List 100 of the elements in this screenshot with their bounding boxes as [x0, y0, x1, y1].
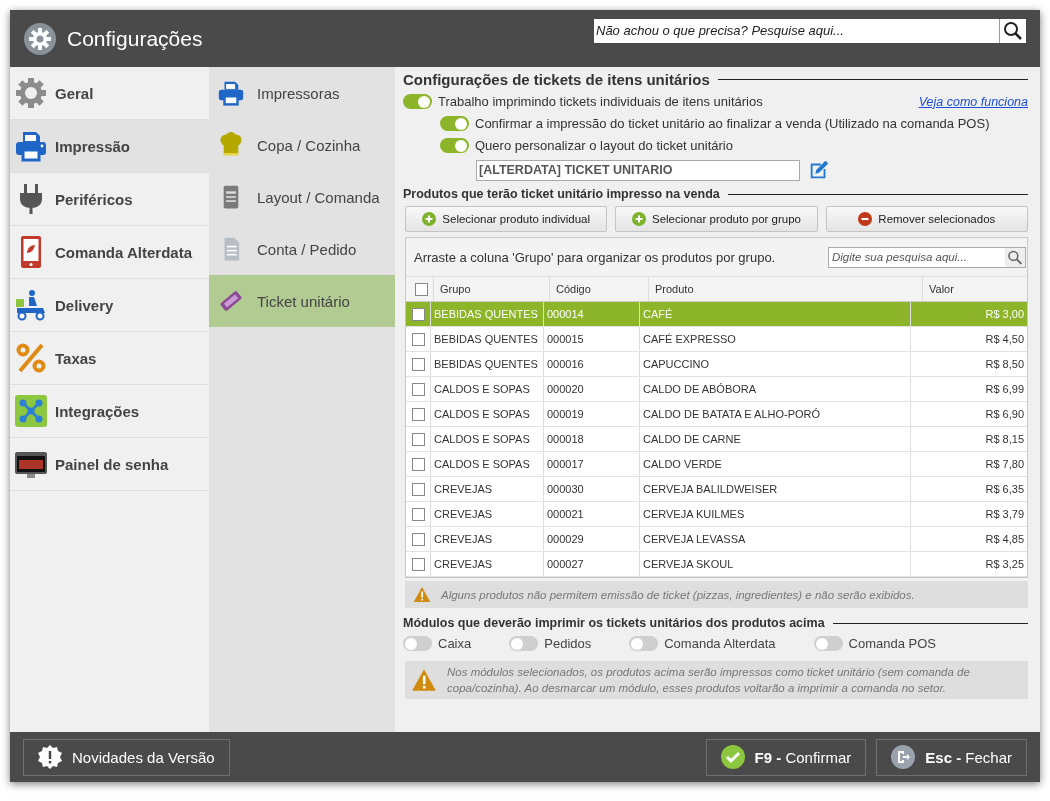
subnav-item[interactable]: Ticket unitário: [209, 275, 395, 327]
option-label: Quero personalizar o layout do ticket unitário: [475, 138, 733, 153]
subnav-item[interactable]: Layout / Comanda: [209, 171, 395, 223]
help-link[interactable]: Veja como funciona: [918, 94, 1028, 109]
table-cell: 000030: [544, 477, 640, 501]
close-button[interactable]: Esc - Fechar: [876, 738, 1027, 776]
table-cell: 000020: [544, 377, 640, 401]
action-button[interactable]: Selecionar produto individual: [405, 206, 608, 232]
row-checkbox[interactable]: [411, 407, 425, 421]
news-button[interactable]: Novidades da Versão: [23, 738, 230, 776]
table-cell-text: R$ 4,85: [984, 532, 1025, 547]
confirm-button[interactable]: F9 - Confirmar: [705, 738, 867, 776]
table-row[interactable]: CREVEJAS 000029 CERVEJA LEVASSA R$ 4,85: [406, 527, 1027, 552]
sidebar-item[interactable]: Periféricos: [10, 173, 209, 226]
subnav-item[interactable]: Conta / Pedido: [209, 223, 395, 275]
table-row[interactable]: BEBIDAS QUENTES 000016 CAPUCCINO R$ 8,50: [406, 352, 1027, 377]
action-button[interactable]: Remover selecionados: [825, 206, 1028, 232]
plus-icon: [422, 212, 437, 226]
section-title: Módulos que deverão imprimir os tickets unitários dos produtos acima: [403, 616, 825, 630]
search-icon[interactable]: [999, 18, 1026, 43]
module-label: Caixa: [438, 636, 472, 651]
select-all-checkbox[interactable]: [414, 282, 428, 296]
table-cell: 000015: [544, 327, 640, 351]
column-header[interactable]: Valor: [923, 277, 1027, 301]
row-checkbox[interactable]: [411, 507, 425, 521]
sidebar-item[interactable]: Taxas: [10, 332, 209, 385]
percent-icon: [15, 342, 47, 374]
table-cell: 000018: [544, 427, 640, 451]
table-row[interactable]: CREVEJAS 000030 CERVEJA BALILDWEISER R$ 6,35: [406, 477, 1027, 502]
table-row[interactable]: CREVEJAS 000027 CERVEJA SKOUL R$ 3,25: [406, 552, 1027, 577]
row-checkbox[interactable]: [411, 307, 425, 321]
toggle-switch[interactable]: [509, 636, 539, 651]
settings-icon: [24, 22, 56, 55]
table-cell: CERVEJA SKOUL: [640, 552, 911, 576]
subnav-item[interactable]: Copa / Cozinha: [209, 119, 395, 171]
option-label: Trabalho imprimindo tickets individuais de itens unitários: [438, 94, 763, 109]
module-label: Comanda POS: [848, 636, 936, 651]
checkmark-icon: [720, 745, 745, 769]
sidebar-item[interactable]: Delivery: [10, 279, 209, 332]
option-label: Confirmar a impressão do ticket unitário ao finalizar a venda (Utilizado na comanda POS): [475, 116, 990, 131]
warning-icon: [413, 586, 431, 603]
table-cell: CERVEJA KUILMES: [640, 502, 911, 526]
printer-icon: [218, 80, 244, 106]
alert-badge-icon: [38, 745, 62, 769]
table-cell: BEBIDAS QUENTES: [431, 352, 544, 376]
chef-hat-icon: [218, 132, 244, 158]
table-row[interactable]: CALDOS E SOPAS 000017 CALDO VERDE R$ 7,80: [406, 452, 1027, 477]
table-cell: 000017: [544, 452, 640, 476]
row-checkbox[interactable]: [411, 382, 425, 396]
exit-icon: [891, 745, 916, 769]
plus-icon: [632, 212, 646, 226]
table-cell: CREVEJAS: [431, 527, 544, 551]
row-checkbox[interactable]: [411, 357, 425, 371]
table-cell: CALDOS E SOPAS: [431, 402, 544, 426]
row-checkbox[interactable]: [411, 457, 425, 471]
table-row[interactable]: CALDOS E SOPAS 000020 CALDO DE ABÓBORA R$ 6,99: [406, 377, 1027, 402]
table-cell: CREVEJAS: [431, 552, 544, 576]
table-row[interactable]: CALDOS E SOPAS 000018 CALDO DE CARNE R$ 8,15: [406, 427, 1027, 452]
table-cell: BEBIDAS QUENTES: [431, 327, 544, 351]
toggle-switch[interactable]: [440, 138, 469, 153]
network-icon: [15, 395, 47, 427]
table-row[interactable]: BEBIDAS QUENTES 000015 CAFÉ EXPRESSO R$ 4,50: [406, 327, 1027, 352]
gear-icon: [15, 77, 47, 109]
row-checkbox[interactable]: [411, 332, 425, 346]
table-row[interactable]: CALDOS E SOPAS 000019 CALDO DE BATATA E ALHO-PORÓ R$ 6,90: [406, 402, 1027, 427]
toggle-switch[interactable]: [403, 94, 432, 109]
sidebar-item[interactable]: Integrações: [10, 385, 209, 438]
column-header[interactable]: Código: [550, 277, 649, 301]
module-label: Pedidos: [544, 636, 592, 651]
subnav-item[interactable]: Impressoras: [209, 67, 395, 119]
row-checkbox[interactable]: [411, 532, 425, 546]
row-checkbox[interactable]: [411, 432, 425, 446]
toggle-switch[interactable]: [440, 116, 469, 131]
row-checkbox[interactable]: [411, 557, 425, 571]
table-cell: BEBIDAS QUENTES: [431, 302, 544, 326]
layout-field[interactable]: [ALTERDATA] TICKET UNITARIO: [476, 159, 800, 181]
table-cell-text: R$ 4,50: [984, 332, 1025, 347]
row-checkbox[interactable]: [411, 482, 425, 496]
column-header[interactable]: Grupo: [434, 277, 550, 301]
toggle-switch[interactable]: [629, 636, 659, 651]
warning-icon: [411, 668, 437, 692]
table-cell: CALDO DE CARNE: [640, 427, 911, 451]
table-row[interactable]: CREVEJAS 000021 CERVEJA KUILMES R$ 3,79: [406, 502, 1027, 527]
column-header[interactable]: Produto: [649, 277, 923, 301]
table-cell: CERVEJA LEVASSA: [640, 527, 911, 551]
toggle-switch[interactable]: [813, 636, 843, 651]
toggle-switch[interactable]: [403, 636, 432, 651]
sidebar-item[interactable]: Painel de senha: [10, 438, 209, 491]
table-cell: CALDOS E SOPAS: [431, 377, 544, 401]
sidebar-item[interactable]: Comanda Alterdata: [10, 226, 209, 279]
search-field[interactable]: Não achou o que precisa? Pesquise aqui...: [594, 18, 999, 43]
sidebar-item[interactable]: Impressão: [10, 120, 209, 173]
table-cell: CAFÉ EXPRESSO: [640, 327, 911, 351]
table-cell: CREVEJAS: [431, 502, 544, 526]
action-button[interactable]: Selecionar produto por grupo: [615, 206, 818, 232]
edit-icon[interactable]: [808, 159, 830, 181]
table-cell-text: R$ 6,90: [984, 407, 1025, 422]
table-cell-text: R$ 6,35: [984, 482, 1025, 497]
table-cell: 000016: [544, 352, 640, 376]
table-cell-text: R$ 3,25: [984, 557, 1025, 572]
